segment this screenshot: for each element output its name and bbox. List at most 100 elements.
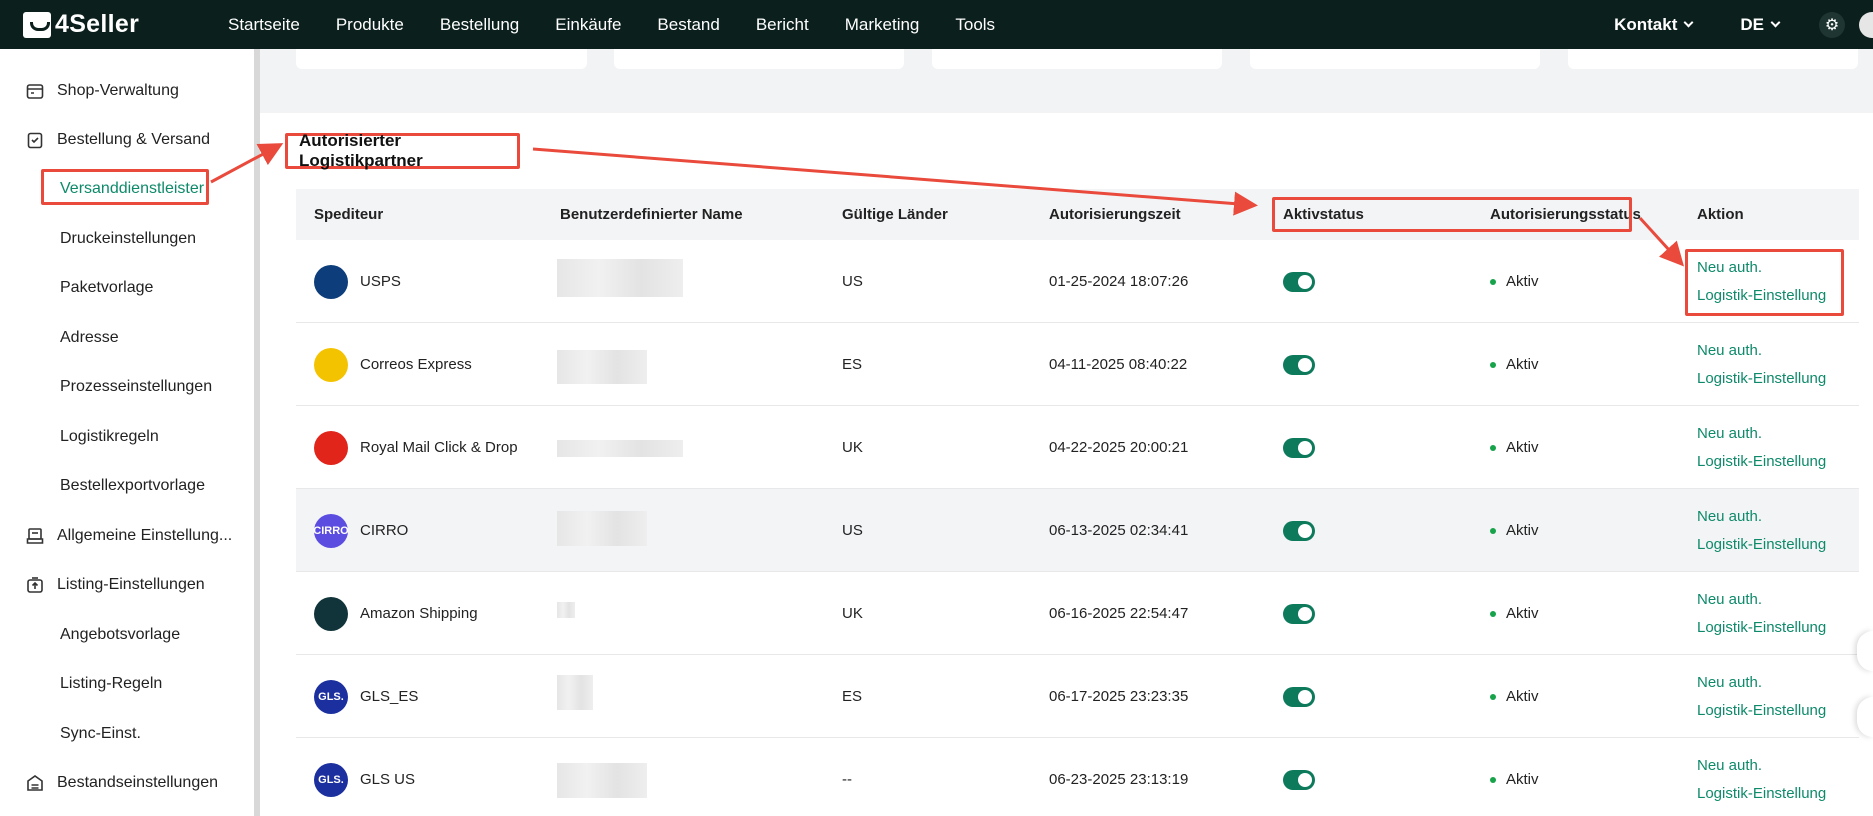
status-dot-icon (1490, 361, 1496, 368)
nav-item-tools[interactable]: Tools (955, 15, 995, 35)
annotation-box-sidebar (41, 169, 209, 205)
bag-logo-icon (23, 11, 51, 38)
logistics-settings-link[interactable]: Logistik-Einstellung (1697, 365, 1826, 393)
auth-status-cell: Aktiv (1490, 272, 1539, 292)
carrier-cell: Royal Mail Click & Drop (314, 430, 518, 465)
sidebar-subitem-sync-einst[interactable]: Sync-Einst. (60, 719, 141, 749)
reauth-link[interactable]: Neu auth. (1697, 503, 1762, 531)
sidebar-subitem-adresse[interactable]: Adresse (60, 323, 119, 353)
active-toggle[interactable] (1283, 354, 1315, 375)
sidebar-item-general[interactable]: Allgemeine Einstellung... (0, 516, 254, 556)
status-dot-icon (1490, 527, 1496, 534)
chevron-down-icon (1770, 17, 1781, 28)
nav-item-einkaeufe[interactable]: Einkäufe (555, 15, 621, 35)
auth-status-cell: Aktiv (1490, 521, 1539, 541)
status-text: Aktiv (1506, 605, 1539, 622)
carrier-cell: CIRRO CIRRO (313, 513, 409, 548)
country-cell: ES (842, 688, 863, 705)
column-header-countries: Gültige Länder (842, 206, 948, 223)
reauth-link[interactable]: Neu auth. (1697, 586, 1762, 614)
custom-name-redacted (557, 440, 683, 457)
active-toggle[interactable] (1283, 769, 1315, 790)
nav-item-startseite[interactable]: Startseite (228, 15, 300, 35)
custom-name-redacted (557, 366, 647, 384)
active-toggle[interactable] (1283, 520, 1315, 541)
auth-time-cell: 06-17-2025 23:23:35 (1049, 688, 1189, 705)
status-dot-icon (1490, 610, 1496, 617)
summary-card (1250, 49, 1540, 69)
active-toggle[interactable] (1283, 686, 1315, 707)
nav-item-bestand[interactable]: Bestand (657, 15, 719, 35)
custom-name-redacted (557, 602, 575, 618)
auth-time-cell: 06-16-2025 22:54:47 (1049, 605, 1189, 622)
sidebar-item-stock[interactable]: Bestandseinstellungen (0, 763, 254, 803)
sidebar-subitem-druckeinstellungen[interactable]: Druckeinstellungen (60, 224, 196, 254)
active-toggle[interactable] (1283, 437, 1315, 458)
gear-icon[interactable]: ⚙ (1819, 11, 1845, 38)
country-cell: -- (842, 771, 852, 788)
store-icon (25, 81, 45, 101)
carrier-logo-icon: CIRRO (313, 513, 349, 548)
logistics-settings-link[interactable]: Logistik-Einstellung (1697, 531, 1826, 559)
summary-card (614, 49, 904, 69)
logistics-settings-link[interactable]: Logistik-Einstellung (1697, 614, 1826, 642)
custom-name-redacted (557, 675, 593, 710)
sidebar-item-label: Allgemeine Einstellung... (57, 527, 233, 544)
sidebar-item-label: Shop-Verwaltung (57, 82, 179, 99)
summary-card (1568, 49, 1858, 69)
reauth-link[interactable]: Neu auth. (1697, 752, 1762, 780)
nav-item-bestellung[interactable]: Bestellung (440, 15, 519, 35)
active-toggle[interactable] (1283, 603, 1315, 624)
sidebar-item-listing[interactable]: Listing-Einstellungen (0, 565, 254, 605)
auth-status-cell: Aktiv (1490, 355, 1539, 375)
carrier-logo-icon (314, 264, 348, 299)
auth-time-cell: 06-13-2025 02:34:41 (1049, 522, 1189, 539)
auth-status-cell: Aktiv (1490, 687, 1539, 707)
carrier-logo-icon (314, 596, 348, 631)
auth-time-cell: 04-22-2025 20:00:21 (1049, 439, 1189, 456)
status-dot-icon (1490, 776, 1496, 783)
auth-status-cell: Aktiv (1490, 438, 1539, 458)
sidebar-subitem-paketvorlage[interactable]: Paketvorlage (60, 273, 153, 303)
reauth-link[interactable]: Neu auth. (1697, 669, 1762, 697)
sidebar-subitem-logistikregeln[interactable]: Logistikregeln (60, 422, 159, 452)
auth-time-cell: 06-23-2025 23:13:19 (1049, 771, 1189, 788)
sidebar-subitem-listing-regeln[interactable]: Listing-Regeln (60, 669, 162, 699)
app-logo[interactable]: 4Seller (23, 10, 228, 39)
avatar[interactable] (1859, 11, 1873, 38)
language-dropdown[interactable]: DE (1740, 15, 1781, 35)
nav-item-produkte[interactable]: Produkte (336, 15, 404, 35)
sidebar-item-order[interactable]: Bestellung & Versand (0, 120, 254, 160)
upload-box-icon (25, 575, 45, 595)
reauth-link[interactable]: Neu auth. (1697, 337, 1762, 365)
contact-dropdown[interactable]: Kontakt (1614, 15, 1694, 35)
sidebar-subitem-angebotsvorlage[interactable]: Angebotsvorlage (60, 620, 180, 650)
logistics-settings-link[interactable]: Logistik-Einstellung (1697, 780, 1826, 808)
section-title: Autorisierter Logistikpartner (285, 131, 520, 170)
main-nav: Startseite Produkte Bestellung Einkäufe … (228, 0, 1031, 49)
sidebar-subitem-bestellexportvorlage[interactable]: Bestellexportvorlage (60, 471, 205, 501)
logistics-settings-link[interactable]: Logistik-Einstellung (1697, 697, 1826, 725)
carrier-name: USPS (360, 273, 401, 290)
active-toggle[interactable] (1283, 271, 1315, 292)
nav-item-marketing[interactable]: Marketing (845, 15, 920, 35)
column-header-custom-name: Benutzerdefinierter Name (560, 206, 743, 223)
annotation-box-actions (1685, 249, 1844, 316)
status-text: Aktiv (1506, 522, 1539, 539)
logistics-settings-link[interactable]: Logistik-Einstellung (1697, 448, 1826, 476)
status-text: Aktiv (1506, 356, 1539, 373)
auth-time-cell: 01-25-2024 18:07:26 (1049, 273, 1189, 290)
reauth-link[interactable]: Neu auth. (1697, 420, 1762, 448)
auth-time-cell: 04-11-2025 08:40:22 (1049, 356, 1188, 373)
printer-icon (25, 526, 45, 546)
sidebar-subitem-prozesseinstellungen[interactable]: Prozesseinstellungen (60, 372, 212, 402)
carrier-logo-icon (314, 347, 348, 382)
sidebar-item-shop[interactable]: Shop-Verwaltung (0, 71, 254, 111)
carrier-name: GLS US (360, 771, 416, 788)
auth-status-cell: Aktiv (1490, 604, 1539, 624)
nav-item-bericht[interactable]: Bericht (756, 15, 809, 35)
carrier-name: CIRRO (360, 522, 409, 539)
top-nav-bar: 4Seller Startseite Produkte Bestellung E… (0, 0, 1873, 49)
status-text: Aktiv (1506, 273, 1539, 290)
summary-card (932, 49, 1222, 69)
